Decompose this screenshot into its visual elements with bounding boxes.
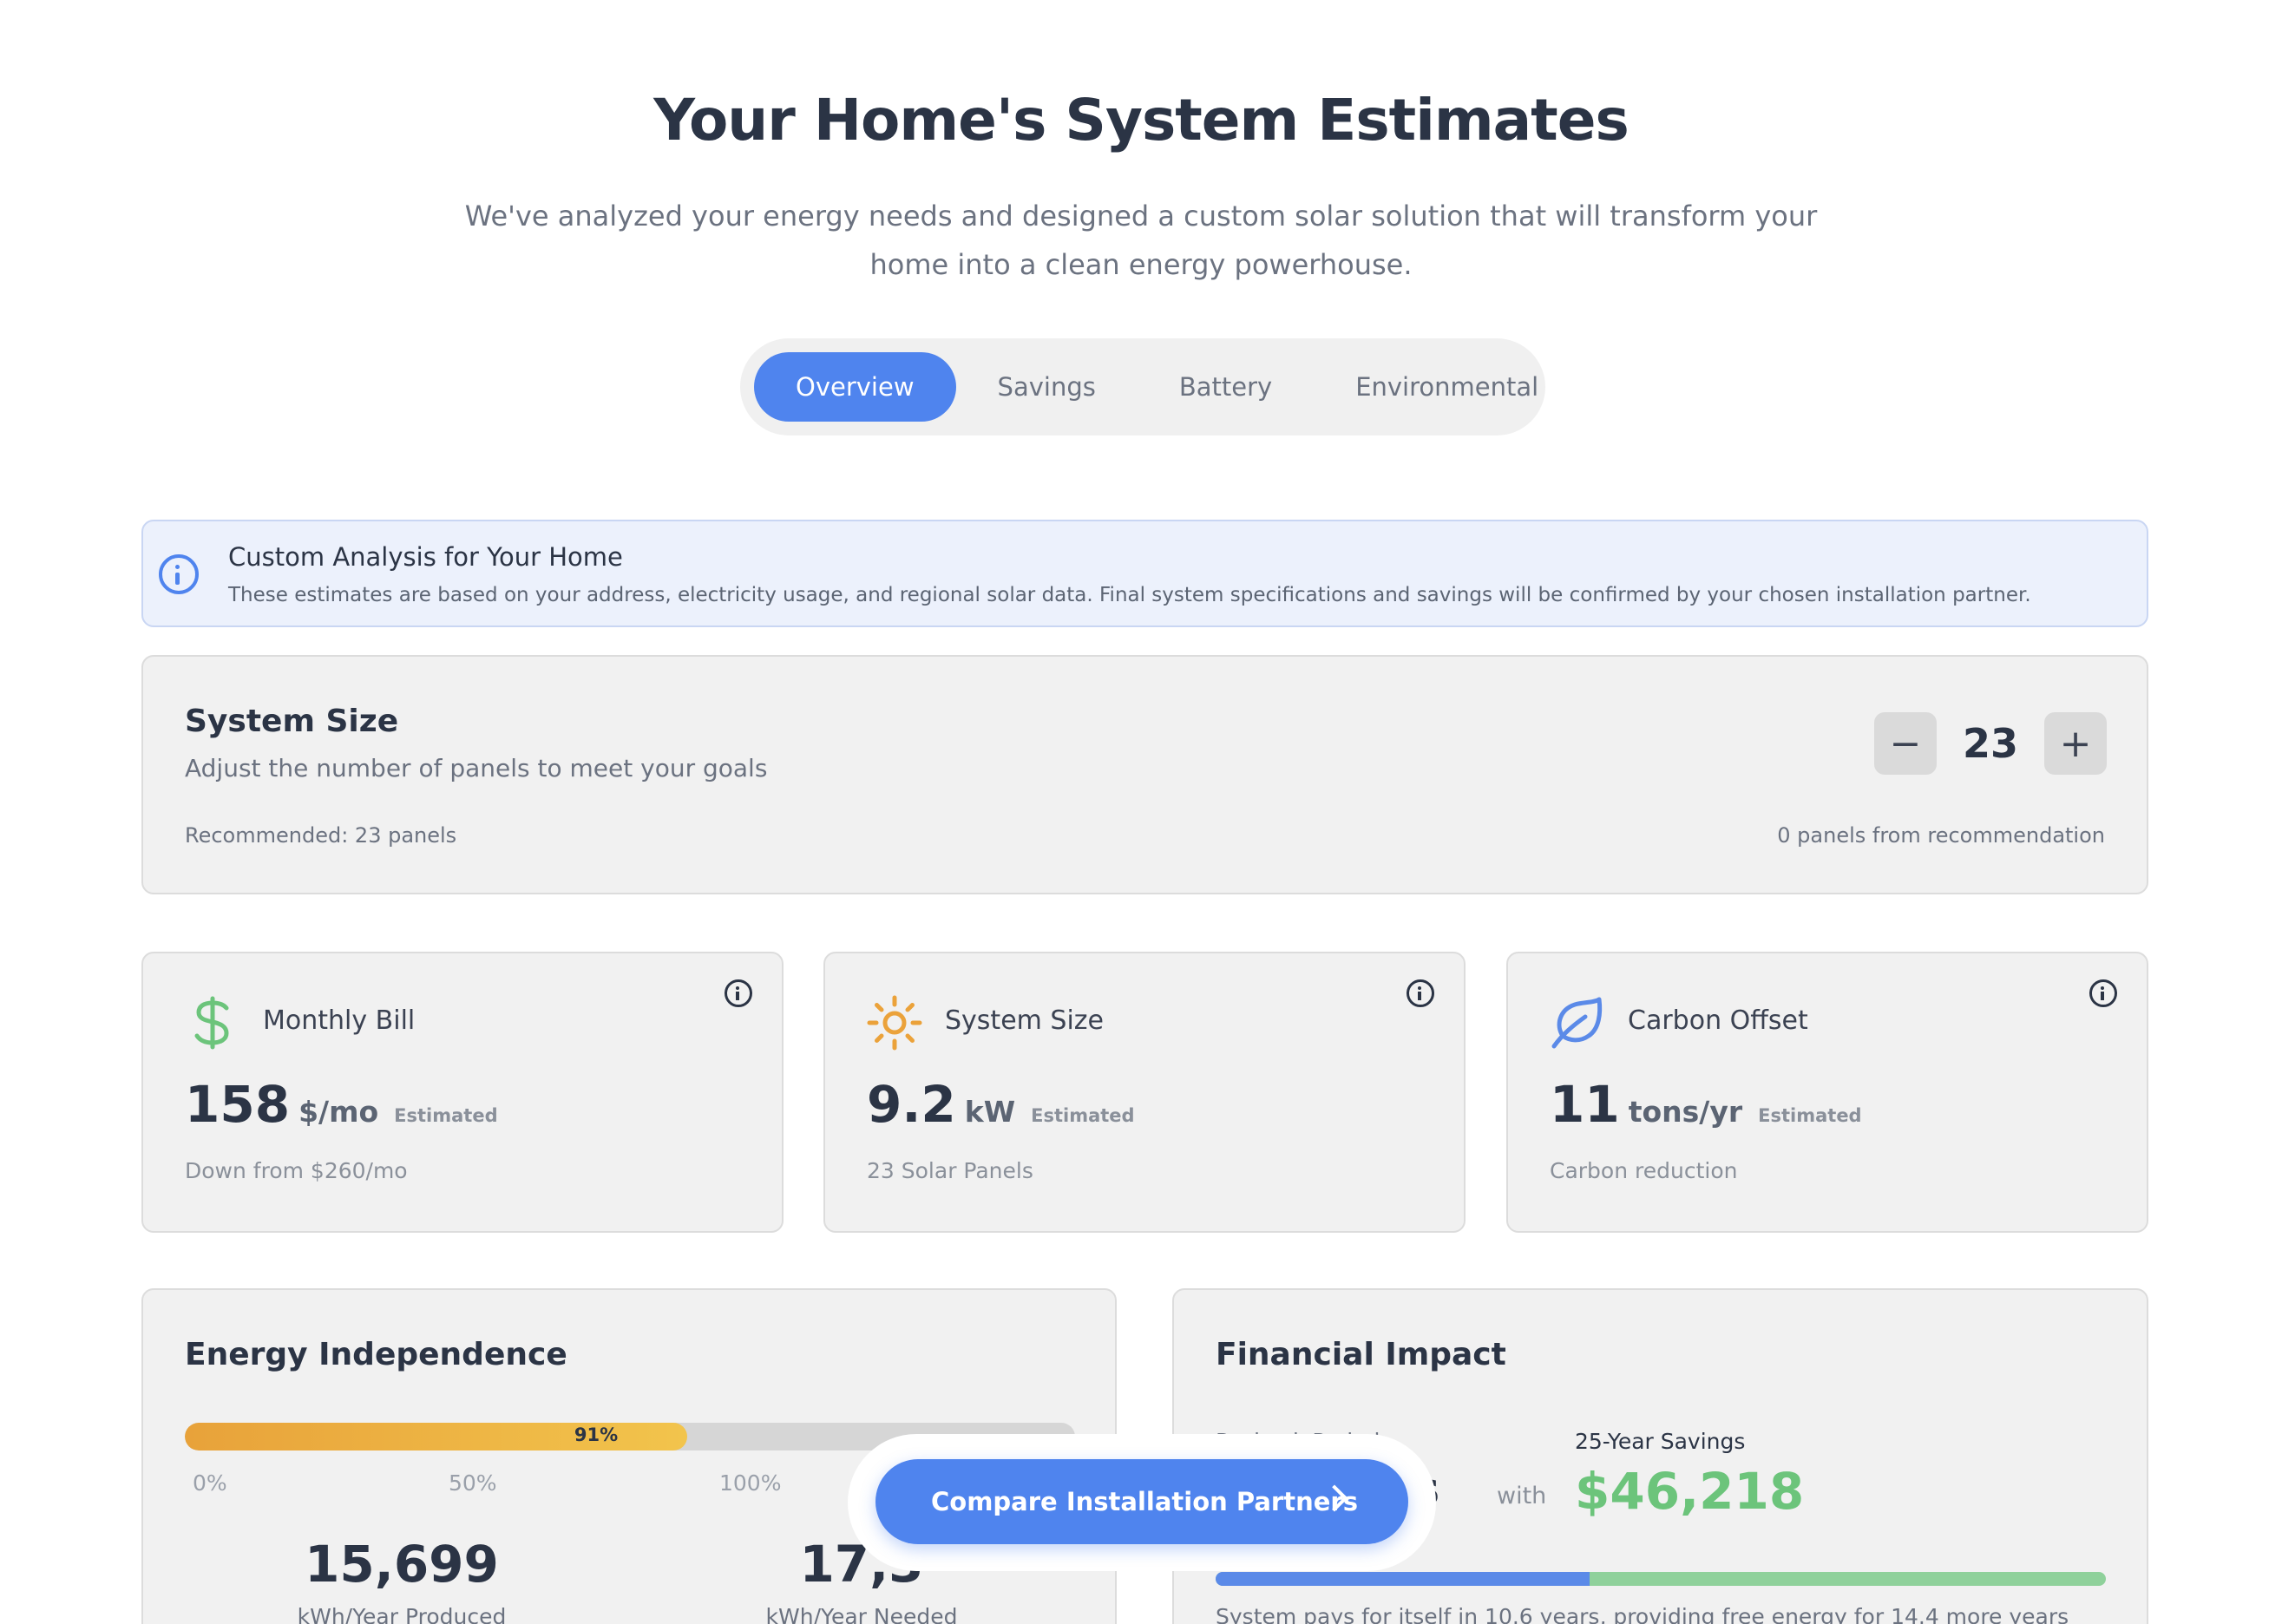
decrease-panels-button[interactable]: − — [1874, 712, 1937, 775]
stat-label: System Size — [945, 1005, 1104, 1036]
cta-container: Compare Installation Partners — [848, 1434, 1436, 1571]
stat-value: 9.2 — [867, 1075, 956, 1134]
payback-note: System pays for itself in 10.6 years, pr… — [1216, 1604, 2069, 1624]
tab-battery[interactable]: Battery — [1138, 352, 1314, 422]
energy-independence-title: Energy Independence — [185, 1337, 567, 1372]
stat-value: 158 — [185, 1075, 291, 1134]
produced-value: 15,699 — [305, 1535, 499, 1594]
system-size-card: System Size Adjust the number of panels … — [141, 655, 2148, 894]
stat-label: Monthly Bill — [263, 1005, 416, 1036]
monthly-bill-card: Monthly Bill 158 $/mo Estimated Down fro… — [141, 952, 784, 1233]
with-label: with — [1497, 1483, 1547, 1509]
system-size-title: System Size — [185, 704, 399, 739]
page-title: Your Home's System Estimates — [653, 87, 1630, 154]
savings-value: $46,218 — [1575, 1462, 1805, 1521]
estimated-badge: Estimated — [1758, 1105, 1862, 1126]
analysis-notice: Custom Analysis for Your Home These esti… — [141, 520, 2148, 627]
payback-progress-fill — [1216, 1572, 1590, 1586]
dollar-icon — [185, 995, 240, 1051]
sun-icon — [867, 995, 922, 1051]
stat-value: 11 — [1550, 1075, 1620, 1134]
notice-text: These estimates are based on your addres… — [228, 584, 2031, 606]
produced-label: kWh/Year Produced — [297, 1604, 507, 1624]
energy-percent-label: 91% — [574, 1424, 619, 1445]
recommended-panels: Recommended: 23 panels — [185, 823, 457, 848]
payback-progress-bar — [1216, 1572, 2106, 1586]
leaf-icon — [1550, 995, 1605, 1051]
stat-footnote: Down from $260/mo — [185, 1158, 408, 1183]
stat-unit: kW — [964, 1095, 1016, 1129]
compare-installation-partners-button[interactable]: Compare Installation Partners — [875, 1459, 1408, 1544]
tab-savings[interactable]: Savings — [956, 352, 1138, 422]
stat-value-row: 11 tons/yr Estimated — [1550, 1075, 1862, 1134]
panel-count: 23 — [1962, 720, 2018, 767]
info-icon[interactable] — [1407, 979, 1434, 1007]
page-subtitle: We've analyzed your energy needs and des… — [464, 200, 1818, 281]
tab-bar: Overview Savings Battery Environmental — [740, 338, 1545, 435]
needed-label: kWh/Year Needed — [765, 1604, 958, 1624]
increase-panels-button[interactable]: + — [2044, 712, 2107, 775]
cta-label: Compare Installation Partners — [931, 1487, 1358, 1516]
panel-difference: 0 panels from recommendation — [1777, 823, 2105, 848]
notice-title: Custom Analysis for Your Home — [228, 542, 623, 572]
panel-stepper: − 23 + — [1874, 712, 2107, 775]
info-icon[interactable] — [2089, 979, 2117, 1007]
stat-unit: $/mo — [298, 1095, 379, 1129]
stat-footnote: Carbon reduction — [1550, 1158, 1738, 1183]
scale-label: 100% — [719, 1470, 782, 1496]
financial-impact-title: Financial Impact — [1216, 1337, 1506, 1372]
info-icon[interactable] — [725, 979, 752, 1007]
system-size-stat-card: System Size 9.2 kW Estimated 23 Solar Pa… — [823, 952, 1466, 1233]
estimated-badge: Estimated — [1031, 1105, 1135, 1126]
tab-environmental[interactable]: Environmental — [1314, 352, 1580, 422]
system-size-subtitle: Adjust the number of panels to meet your… — [185, 754, 768, 783]
stat-unit: tons/yr — [1628, 1095, 1743, 1129]
stat-footnote: 23 Solar Panels — [867, 1158, 1033, 1183]
scale-label: 0% — [193, 1470, 227, 1496]
info-icon — [159, 554, 199, 594]
scale-label: 50% — [449, 1470, 497, 1496]
stat-value-row: 9.2 kW Estimated — [867, 1075, 1135, 1134]
tab-overview[interactable]: Overview — [754, 352, 956, 422]
estimated-badge: Estimated — [394, 1105, 498, 1126]
hero: Your Home's System Estimates We've analy… — [0, 87, 2282, 289]
carbon-offset-card: Carbon Offset 11 tons/yr Estimated Carbo… — [1506, 952, 2148, 1233]
stat-label: Carbon Offset — [1628, 1005, 1808, 1036]
savings-label: 25-Year Savings — [1575, 1429, 1746, 1454]
stat-value-row: 158 $/mo Estimated — [185, 1075, 498, 1134]
